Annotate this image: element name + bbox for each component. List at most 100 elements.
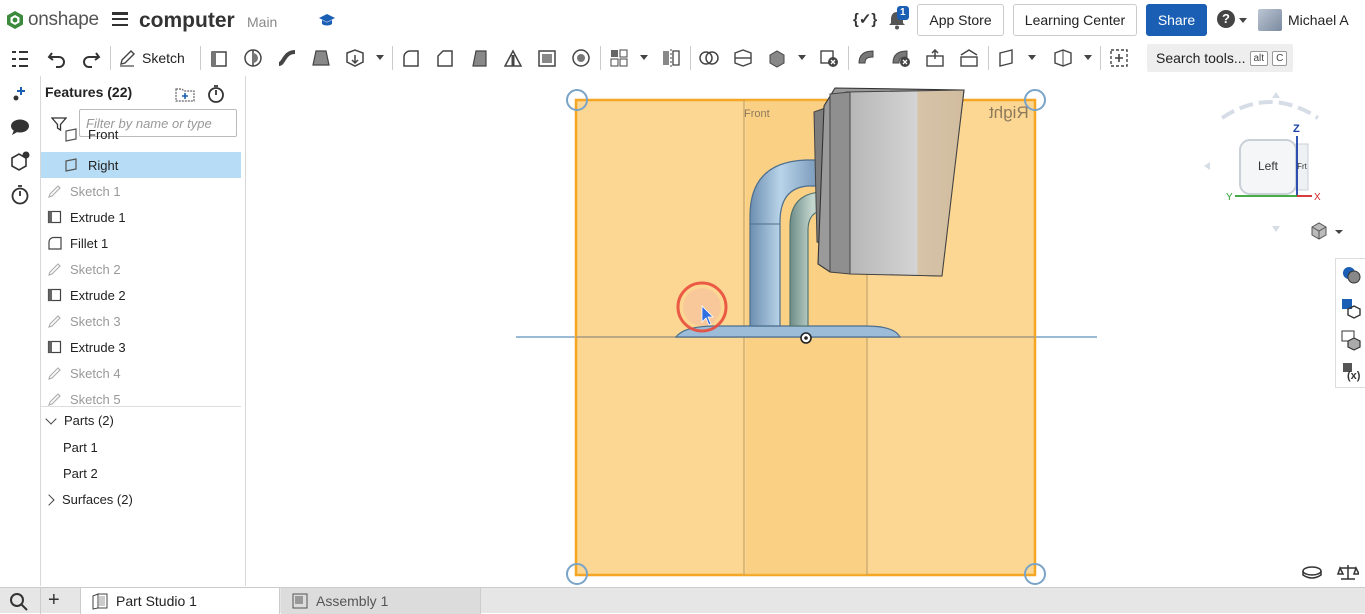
modify-fillet-icon[interactable] <box>856 47 878 69</box>
rotate-up-icon[interactable] <box>1272 92 1280 98</box>
help-dropdown-chevron-icon[interactable] <box>1239 18 1247 23</box>
loft-icon[interactable] <box>310 47 332 69</box>
parts-group[interactable]: Parts (2) <box>45 412 114 428</box>
part-item-2[interactable]: Part 2 <box>63 466 98 481</box>
branch-label[interactable]: Main <box>247 14 277 30</box>
graduation-cap-icon[interactable] <box>318 12 336 28</box>
learning-center-button[interactable]: Learning Center <box>1013 4 1137 36</box>
rotate-down-icon[interactable] <box>1272 226 1280 232</box>
mate-connector-icon[interactable] <box>1052 47 1074 69</box>
right-plane-label: Right <box>989 103 1029 122</box>
feature-label: Sketch 1 <box>70 183 121 199</box>
help-icon[interactable]: ? <box>1217 10 1235 28</box>
feature-label: Extrude 1 <box>70 209 126 225</box>
search-tools-button[interactable]: Search tools... alt C <box>1147 44 1293 72</box>
add-folder-icon[interactable] <box>175 86 195 102</box>
parts-info-icon[interactable] <box>9 150 31 172</box>
feature-item-front[interactable]: Front <box>41 128 241 143</box>
mirror-icon[interactable] <box>660 47 682 69</box>
onshape-logo-icon <box>7 11 23 29</box>
stand-base[interactable] <box>674 325 902 338</box>
undo-icon[interactable] <box>46 47 68 69</box>
add-custom-feature-icon[interactable] <box>1108 47 1130 69</box>
pencil-icon <box>120 50 135 67</box>
feature-label: Extrude 2 <box>70 287 126 303</box>
thicken-icon[interactable] <box>344 47 366 69</box>
avatar[interactable] <box>1258 9 1282 31</box>
feature-item-extrude-2[interactable]: Extrude 2 <box>41 282 241 308</box>
feature-item-right[interactable]: Right <box>41 152 241 178</box>
draft-icon[interactable] <box>468 47 490 69</box>
add-tab-button[interactable]: + <box>48 590 60 610</box>
graphics-viewport[interactable]: Front Right Left Frt Z Y X <box>246 76 1359 586</box>
feature-item-sketch-5[interactable]: Sketch 5 <box>41 386 241 406</box>
tab-part-studio[interactable]: Part Studio 1 <box>80 588 280 614</box>
feature-item-extrude-3[interactable]: Extrude 3 <box>41 334 241 360</box>
variable-table-icon[interactable]: (x) <box>1340 360 1362 382</box>
feature-item-sketch-2[interactable]: Sketch 2 <box>41 256 241 282</box>
appearance-icon[interactable] <box>1340 264 1362 286</box>
move-face-icon[interactable] <box>924 47 946 69</box>
pattern-chevron-down-icon[interactable] <box>640 55 648 60</box>
more-chevron-down-icon[interactable] <box>376 55 384 60</box>
feature-toolbar: Sketch Search tools... alt C <box>0 40 1365 76</box>
orbit-arc[interactable] <box>1220 100 1320 120</box>
mass-properties-icon[interactable] <box>1337 563 1359 581</box>
plane-chevron-down-icon[interactable] <box>1028 55 1036 60</box>
tab-manager-icon[interactable] <box>8 591 30 611</box>
variables-icon[interactable]: {✓} <box>853 10 877 28</box>
feature-label: Extrude 3 <box>70 339 126 355</box>
plane-icon[interactable] <box>996 47 1018 69</box>
sketch-icon <box>48 393 61 406</box>
named-views-icon[interactable] <box>1340 329 1362 351</box>
rotate-left-icon[interactable] <box>1204 162 1210 170</box>
share-button[interactable]: Share <box>1146 4 1207 36</box>
model-canvas[interactable]: Front Right <box>246 76 1335 586</box>
feature-item-sketch-4[interactable]: Sketch 4 <box>41 360 241 386</box>
rib-icon[interactable] <box>502 47 524 69</box>
revolve-icon[interactable] <box>242 47 264 69</box>
history-timer-icon[interactable] <box>9 184 31 206</box>
extrude-icon <box>47 210 62 224</box>
tab-assembly[interactable]: Assembly 1 <box>281 588 481 614</box>
replace-face-icon[interactable] <box>958 47 980 69</box>
view-cube[interactable]: Left Frt Z Y X <box>1200 88 1330 238</box>
insert-part-icon[interactable] <box>9 82 31 104</box>
hole-icon[interactable] <box>570 47 592 69</box>
extrude-icon[interactable] <box>208 47 230 69</box>
configurations-icon[interactable] <box>1340 297 1362 319</box>
chamfer-icon[interactable] <box>434 47 456 69</box>
delete-face-icon[interactable] <box>890 47 912 69</box>
feature-item-fillet-1[interactable]: Fillet 1 <box>41 230 241 256</box>
sketch-icon <box>48 315 61 328</box>
sweep-icon[interactable] <box>276 47 298 69</box>
menu-icon[interactable] <box>112 12 128 26</box>
surfaces-group[interactable]: Surfaces (2) <box>43 492 133 507</box>
feature-item-extrude-1[interactable]: Extrude 1 <box>41 204 241 230</box>
user-name[interactable]: Michael A <box>1288 12 1349 28</box>
view-options-button[interactable] <box>1309 221 1349 243</box>
measure-tool-icon[interactable] <box>1301 563 1323 581</box>
feature-item-sketch-1[interactable]: Sketch 1 <box>41 178 241 204</box>
redo-icon[interactable] <box>80 47 102 69</box>
feature-item-sketch-3[interactable]: Sketch 3 <box>41 308 241 334</box>
pattern-icon[interactable] <box>608 47 630 69</box>
transform-icon[interactable] <box>766 47 788 69</box>
sketch-button[interactable]: Sketch <box>118 47 185 69</box>
onshape-logo[interactable]: onshape <box>6 9 99 31</box>
app-store-button[interactable]: App Store <box>917 4 1004 36</box>
split-icon[interactable] <box>732 47 754 69</box>
document-title[interactable]: computer <box>139 9 235 33</box>
rollback-timer-icon[interactable] <box>206 84 226 104</box>
shell-icon[interactable] <box>536 47 558 69</box>
transform-chevron-down-icon[interactable] <box>798 55 806 60</box>
feature-list-icon[interactable] <box>9 48 31 70</box>
boolean-icon[interactable] <box>698 47 720 69</box>
delete-part-icon[interactable] <box>818 47 840 69</box>
comments-icon[interactable] <box>9 116 31 138</box>
view-cube-side-label: Frt <box>1297 162 1308 171</box>
fillet-icon[interactable] <box>400 47 422 69</box>
feature-panel: Features (22) Front Right Sketch 1 Extru… <box>40 76 246 586</box>
mate-chevron-down-icon[interactable] <box>1084 55 1092 60</box>
part-item-1[interactable]: Part 1 <box>63 440 98 455</box>
